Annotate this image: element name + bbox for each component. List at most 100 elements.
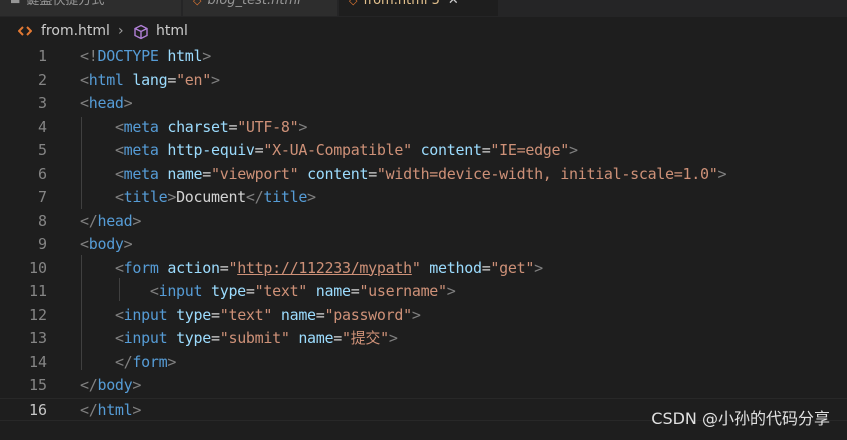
code-token: method bbox=[429, 258, 482, 277]
breadcrumb: from.html › html bbox=[0, 17, 847, 45]
code-line[interactable]: 1 <!DOCTYPE html> bbox=[0, 45, 847, 68]
code-token: head bbox=[88, 94, 124, 112]
code-token: = bbox=[211, 305, 220, 324]
code-token: name bbox=[315, 282, 351, 300]
code-line[interactable]: 9 <body> bbox=[0, 233, 847, 256]
code-line[interactable]: 7 <title>Document</title> bbox=[0, 186, 847, 209]
code-token: form bbox=[123, 258, 159, 277]
line-number: 5 bbox=[37, 141, 47, 159]
code-token: "X-UA-Compatible" bbox=[263, 141, 412, 159]
code-token: " bbox=[411, 258, 421, 277]
code-token: form bbox=[132, 352, 168, 371]
code-token: body bbox=[88, 235, 124, 253]
code-line[interactable]: 10 <form action="http://112233/mypath" m… bbox=[0, 257, 847, 280]
code-token: > bbox=[307, 188, 316, 206]
code-token: "提交" bbox=[342, 329, 389, 347]
code-text: <title>Document</title> bbox=[80, 186, 316, 209]
code-line[interactable]: 4 <meta charset="UTF-8"> bbox=[0, 116, 847, 139]
line-number: 8 bbox=[37, 211, 47, 230]
line-number: 12 bbox=[28, 305, 47, 324]
code-token: "en" bbox=[176, 70, 212, 89]
code-token: "submit" bbox=[219, 329, 290, 347]
code-token: < bbox=[114, 258, 124, 277]
breadcrumb-symbol[interactable]: html bbox=[156, 23, 188, 39]
code-token: < bbox=[114, 188, 124, 206]
indent-guide bbox=[81, 255, 82, 370]
keyboard-icon: ▬ bbox=[10, 0, 21, 7]
code-token: < bbox=[114, 164, 124, 183]
code-line[interactable]: 14 </form> bbox=[0, 351, 847, 374]
code-text: </html> bbox=[80, 399, 141, 422]
code-token: > bbox=[569, 141, 578, 159]
code-line[interactable]: 5 <meta http-equiv="X-UA-Compatible" con… bbox=[0, 139, 847, 162]
code-link[interactable]: http://112233/mypath bbox=[237, 259, 412, 277]
code-token: > bbox=[534, 258, 543, 277]
code-token: html bbox=[167, 47, 203, 65]
code-line[interactable]: 3 <head> bbox=[0, 92, 847, 115]
close-icon[interactable]: ✕ bbox=[448, 0, 459, 16]
code-token: title bbox=[263, 188, 308, 206]
line-number: 7 bbox=[37, 188, 47, 206]
tab-keyboard-shortcuts[interactable]: ▬ 鍵盤快捷方式 bbox=[0, 0, 182, 16]
code-token: "text" bbox=[254, 282, 308, 300]
code-line[interactable]: 6 <meta name="viewport" content="width=d… bbox=[0, 163, 847, 186]
code-token: </ bbox=[80, 376, 98, 394]
code-token: = bbox=[368, 164, 377, 183]
breadcrumb-file[interactable]: from.html bbox=[41, 23, 110, 39]
code-line[interactable]: 11 <input type="text" name="username"> bbox=[0, 280, 847, 303]
symbol-cube-icon bbox=[134, 24, 148, 40]
code-token: < bbox=[149, 282, 159, 300]
code-line[interactable]: 2 <html lang="en"> bbox=[0, 69, 847, 92]
code-token: = bbox=[245, 282, 255, 300]
line-number: 13 bbox=[28, 329, 47, 347]
code-token: html bbox=[88, 70, 124, 89]
code-token: meta bbox=[123, 141, 159, 159]
code-line[interactable]: 15 </body> bbox=[0, 374, 847, 397]
line-number: 4 bbox=[37, 117, 47, 136]
chevron-right-icon: › bbox=[118, 23, 124, 39]
line-number: 11 bbox=[28, 282, 47, 300]
code-line[interactable]: 8 </head> bbox=[0, 210, 847, 233]
code-token: "username" bbox=[359, 282, 447, 300]
line-number: 1 bbox=[37, 47, 47, 65]
code-token: " bbox=[228, 258, 238, 277]
code-token: > bbox=[388, 329, 398, 347]
code-token: "IE=edge" bbox=[490, 141, 569, 159]
code-token: "width=device-width, initial-scale=1.0" bbox=[376, 164, 718, 183]
modified-count: 5 bbox=[431, 0, 440, 8]
code-token: </ bbox=[80, 400, 98, 419]
code-token: = bbox=[228, 117, 238, 136]
code-token: < bbox=[114, 329, 124, 347]
code-text: </form> bbox=[80, 351, 176, 374]
code-token: content bbox=[307, 164, 369, 183]
code-text: <input type="text" name="username"> bbox=[80, 280, 456, 303]
code-line[interactable]: 13 <input type="submit" name="提交"> bbox=[0, 327, 847, 350]
code-text: <input type="submit" name="提交"> bbox=[80, 327, 398, 350]
tab-blog-test[interactable]: ◇ blog_test.html bbox=[183, 0, 338, 16]
code-token: charset bbox=[167, 117, 229, 136]
code-text: <head> bbox=[80, 92, 133, 115]
tab-label: blog_test.html bbox=[207, 0, 301, 8]
code-token: > bbox=[202, 47, 211, 65]
code-token: head bbox=[97, 211, 133, 230]
line-number: 16 bbox=[28, 400, 47, 419]
code-line[interactable]: 12 <input type="text" name="password"> bbox=[0, 304, 847, 327]
code-token: < bbox=[114, 141, 124, 159]
line-number: 3 bbox=[37, 94, 47, 112]
tab-from-html[interactable]: ◇ from.html 5 ✕ bbox=[339, 0, 499, 16]
code-token: > bbox=[132, 211, 142, 230]
code-token: title bbox=[123, 188, 168, 206]
code-token: > bbox=[411, 305, 421, 324]
code-token: < bbox=[80, 235, 89, 253]
